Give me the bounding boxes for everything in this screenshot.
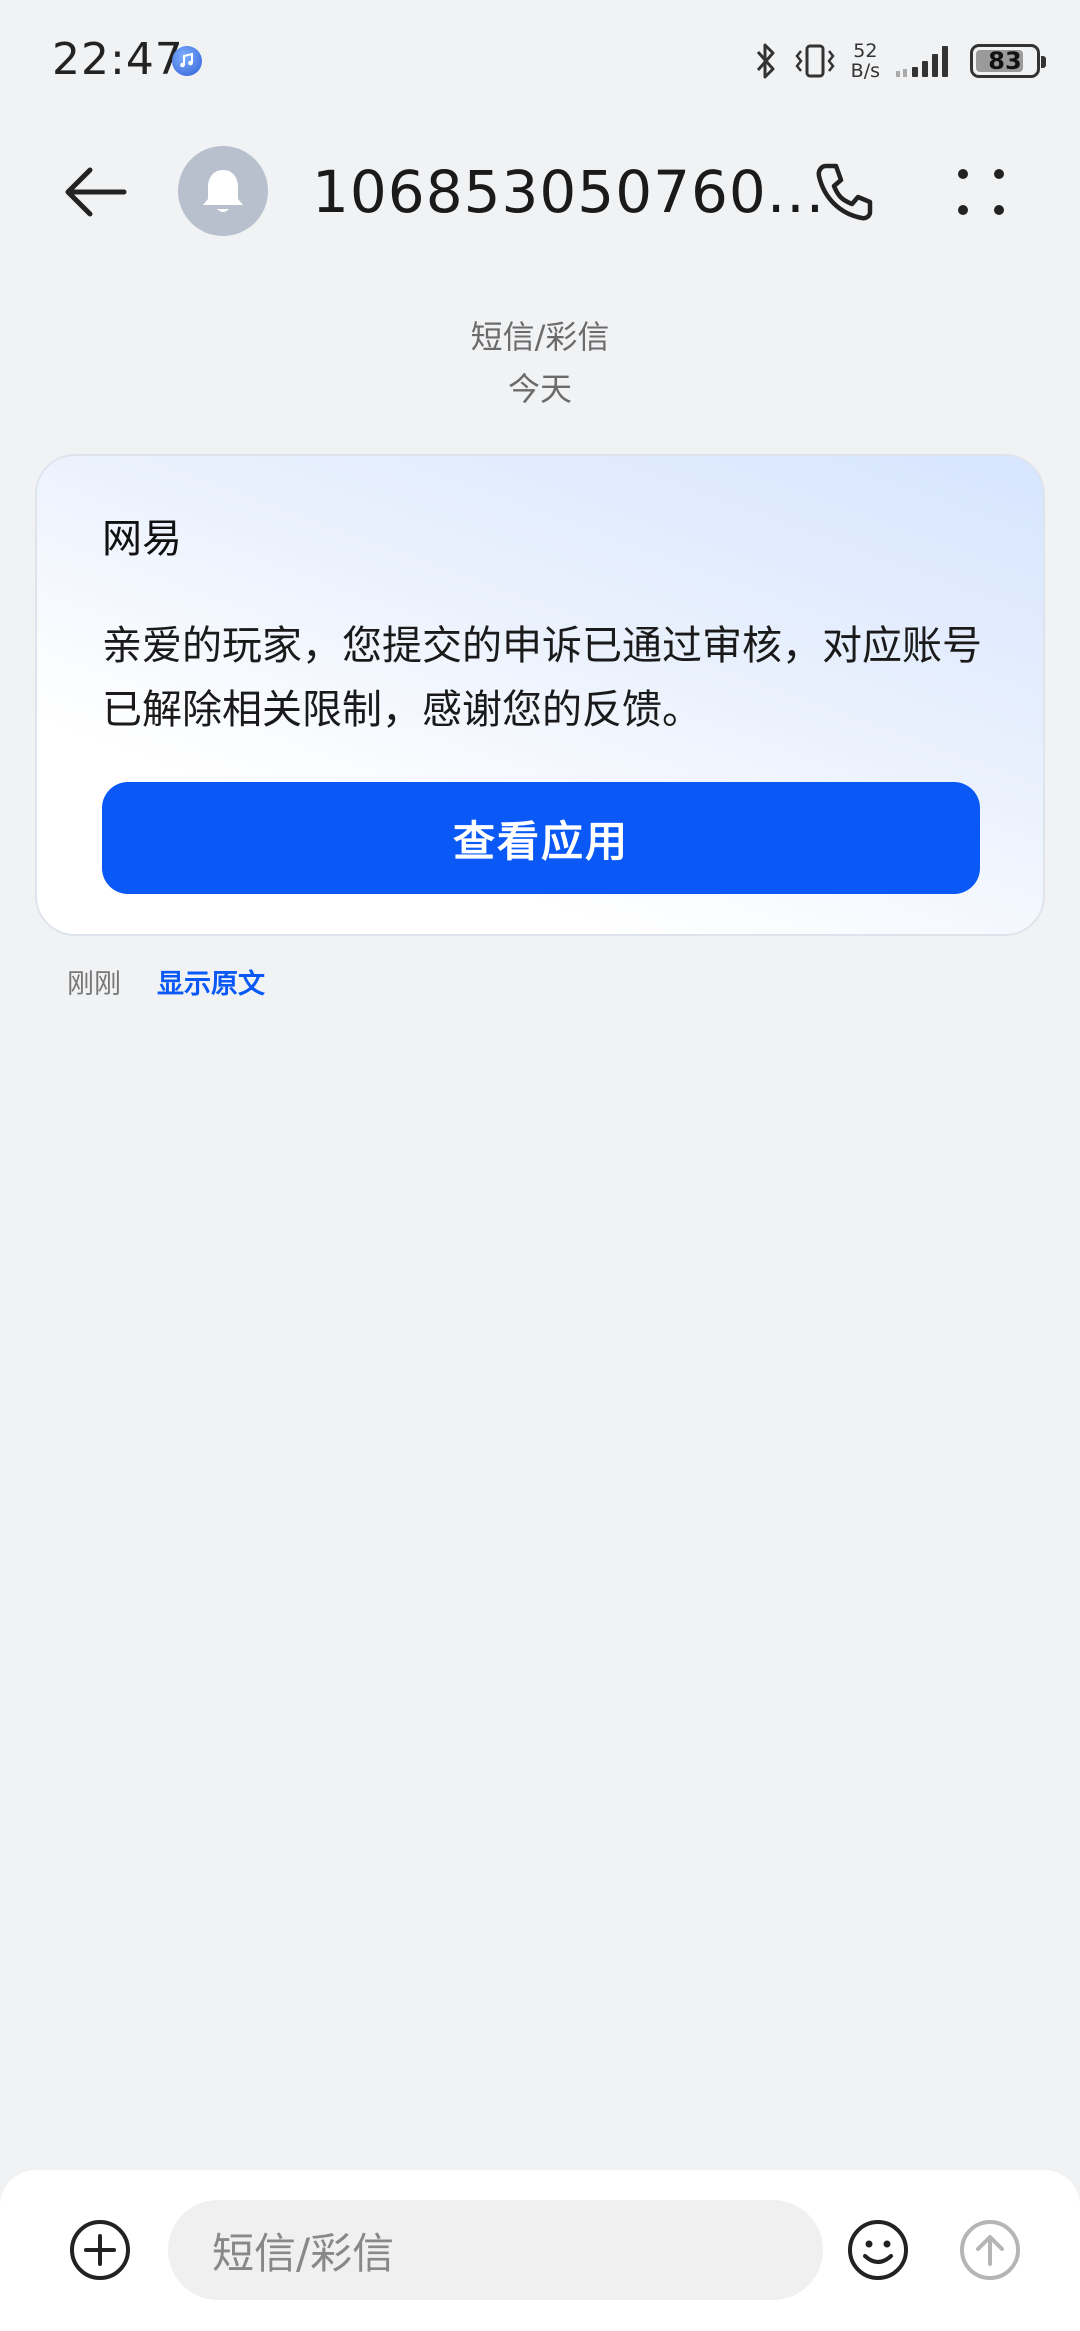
- emoji-button[interactable]: [846, 2218, 910, 2282]
- bluetooth-icon: [756, 43, 775, 79]
- message-input[interactable]: 短信/彩信: [168, 2200, 823, 2300]
- signal-icon: [896, 46, 948, 77]
- messaging-screen: 22:47 52 B/s 83 106853050760... 短信/彩信 今天…: [0, 0, 1080, 2331]
- bell-icon: [203, 170, 243, 212]
- battery-percent: 83: [988, 47, 1022, 75]
- input-bar: 短信/彩信: [0, 2170, 1080, 2331]
- phone-icon: [816, 163, 873, 221]
- more-button[interactable]: [945, 156, 1017, 228]
- contact-title: 106853050760...: [312, 158, 826, 226]
- view-app-button[interactable]: 查看应用: [102, 782, 980, 894]
- network-speed-value: 52: [853, 40, 878, 62]
- conversation-header: 106853050760...: [0, 130, 1080, 250]
- show-original-link[interactable]: 显示原文: [157, 962, 265, 1001]
- network-speed-unit: B/s: [850, 60, 880, 82]
- status-icons: 52 B/s 83: [753, 36, 1046, 86]
- more-dots-icon: [958, 169, 1004, 215]
- avatar[interactable]: [178, 146, 268, 236]
- message-card[interactable]: 网易 亲爱的玩家，您提交的申诉已通过审核，对应账号已解除相关限制，感谢您的反馈。…: [35, 454, 1045, 936]
- date-separator: 今天: [507, 370, 572, 408]
- arrow-left-icon: [65, 167, 127, 217]
- card-sender: 网易: [102, 516, 182, 562]
- music-app-icon: [172, 46, 202, 76]
- card-body: 亲爱的玩家，您提交的申诉已通过审核，对应账号已解除相关限制，感谢您的反馈。: [102, 623, 982, 733]
- call-button[interactable]: [808, 156, 880, 228]
- send-button[interactable]: [958, 2218, 1022, 2282]
- status-bar: 22:47 52 B/s 83: [0, 0, 1080, 130]
- smiley-icon: [848, 2220, 908, 2280]
- message-meta: 刚刚 显示原文: [67, 962, 265, 1001]
- status-time: 22:47: [52, 34, 184, 85]
- vibrate-icon: [795, 44, 835, 78]
- battery-icon: 83: [970, 44, 1046, 78]
- back-button[interactable]: [60, 156, 132, 228]
- message-type-label: 短信/彩信: [470, 318, 610, 356]
- network-speed: 52 B/s: [851, 41, 880, 81]
- plus-circle-icon: [70, 2220, 130, 2280]
- message-time: 刚刚: [67, 969, 121, 1000]
- send-arrow-up-icon: [960, 2220, 1020, 2280]
- add-attachment-button[interactable]: [68, 2218, 132, 2282]
